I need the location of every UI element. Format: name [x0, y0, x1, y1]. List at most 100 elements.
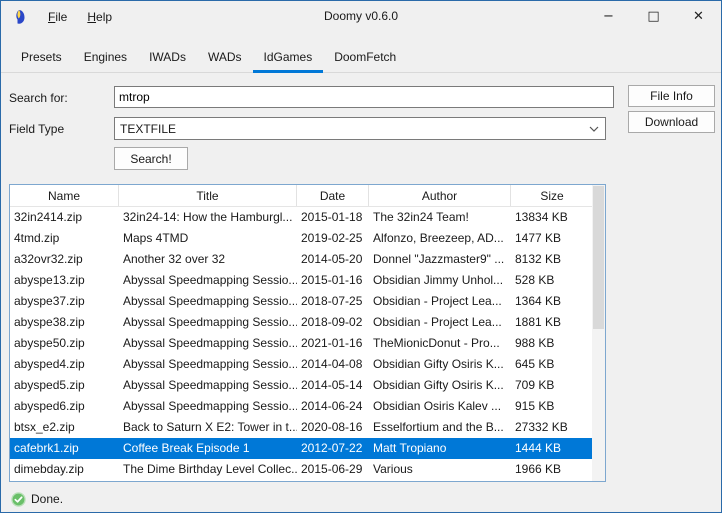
cell-author: TheMionicDonut - Pro...	[369, 333, 511, 354]
maximize-icon: □	[647, 9, 659, 24]
tab-wads[interactable]: WADs	[197, 45, 253, 73]
cell-name: abysped5.zip	[10, 375, 119, 396]
window-title: Doomy v0.6.0	[324, 1, 398, 32]
table-row[interactable]: abyspe50.zipAbyssal Speedmapping Sessio.…	[10, 333, 592, 354]
cell-date: 2021-01-16	[297, 333, 369, 354]
download-button[interactable]: Download	[628, 111, 715, 133]
header-date[interactable]: Date	[297, 185, 369, 206]
cell-name: a32ovr32.zip	[10, 249, 119, 270]
table-header: Name Title Date Author Size	[10, 185, 605, 207]
cell-author: Obsidian Gifty Osiris K...	[369, 375, 511, 396]
menu-file[interactable]: File	[38, 6, 77, 28]
table-body: 32in2414.zip32in24-14: How the Hamburgl.…	[10, 207, 592, 481]
table-row[interactable]: abyspe13.zipAbyssal Speedmapping Sessio.…	[10, 270, 592, 291]
cell-size: 1881 KB	[511, 312, 592, 333]
tab-presets[interactable]: Presets	[10, 45, 73, 73]
table-row[interactable]: cafebrk1.zipCoffee Break Episode 12012-0…	[10, 438, 592, 459]
table-row[interactable]: abysped6.zipAbyssal Speedmapping Sessio.…	[10, 396, 592, 417]
cell-name: abyspe13.zip	[10, 270, 119, 291]
cell-size: 1444 KB	[511, 438, 592, 459]
search-input[interactable]	[114, 86, 614, 108]
field-type-value: TEXTFILE	[115, 122, 583, 136]
chevron-down-icon	[583, 126, 605, 132]
cell-date: 2014-05-14	[297, 375, 369, 396]
tab-doomfetch[interactable]: DoomFetch	[323, 45, 407, 73]
tab-engines[interactable]: Engines	[73, 45, 138, 73]
vertical-scrollbar[interactable]	[592, 185, 605, 481]
cell-size: 709 KB	[511, 375, 592, 396]
cell-date: 2014-04-08	[297, 354, 369, 375]
cell-size: 27332 KB	[511, 417, 592, 438]
cell-date: 2017-05-20	[297, 480, 369, 481]
table-row[interactable]: dmxopl.zipDMXOPL v2.102017-05-20ConSiGno…	[10, 480, 592, 481]
menu-help[interactable]: Help	[77, 6, 122, 28]
cell-author: Obsidian Jimmy Unhol...	[369, 270, 511, 291]
file-info-button[interactable]: File Info	[628, 85, 715, 107]
cell-name: abyspe50.zip	[10, 333, 119, 354]
cell-title: 32in24-14: How the Hamburgl...	[119, 207, 297, 228]
cell-size: 8132 KB	[511, 249, 592, 270]
cell-date: 2020-08-16	[297, 417, 369, 438]
header-title[interactable]: Title	[119, 185, 297, 206]
status-text: Done.	[31, 492, 63, 506]
header-size[interactable]: Size	[511, 185, 593, 206]
tab-bar: Presets Engines IWADs WADs IdGames DoomF…	[1, 46, 721, 73]
cell-name: abysped4.zip	[10, 354, 119, 375]
cell-size: 528 KB	[511, 270, 592, 291]
cell-size: 1364 KB	[511, 291, 592, 312]
cell-author: Alfonzo, Breezeep, AD...	[369, 228, 511, 249]
app-window: File Help Doomy v0.6.0 − □ ✕ Presets Eng…	[0, 0, 722, 513]
cell-title: Coffee Break Episode 1	[119, 438, 297, 459]
cell-date: 2015-06-29	[297, 459, 369, 480]
cell-size: 1966 KB	[511, 459, 592, 480]
cell-name: 4tmd.zip	[10, 228, 119, 249]
cell-author: Esselfortium and the B...	[369, 417, 511, 438]
minimize-icon: −	[603, 9, 614, 24]
cell-size: 645 KB	[511, 354, 592, 375]
status-bar: Done.	[1, 486, 721, 512]
cell-date: 2019-02-25	[297, 228, 369, 249]
cell-author: Obsidian - Project Lea...	[369, 312, 511, 333]
cell-author: Matt Tropiano	[369, 438, 511, 459]
cell-date: 2018-07-25	[297, 291, 369, 312]
check-circle-icon	[11, 492, 26, 507]
table-row[interactable]: 32in2414.zip32in24-14: How the Hamburgl.…	[10, 207, 592, 228]
cell-name: dmxopl.zip	[10, 480, 119, 481]
cell-name: dimebday.zip	[10, 459, 119, 480]
header-name[interactable]: Name	[10, 185, 119, 206]
table-row[interactable]: btsx_e2.zipBack to Saturn X E2: Tower in…	[10, 417, 592, 438]
cell-name: btsx_e2.zip	[10, 417, 119, 438]
tab-iwads[interactable]: IWADs	[138, 45, 197, 73]
cell-title: The Dime Birthday Level Collec...	[119, 459, 297, 480]
tab-idgames[interactable]: IdGames	[253, 45, 324, 73]
minimize-button[interactable]: −	[586, 1, 631, 32]
cell-title: Back to Saturn X E2: Tower in t...	[119, 417, 297, 438]
cell-title: Abyssal Speedmapping Sessio...	[119, 333, 297, 354]
close-button[interactable]: ✕	[676, 1, 721, 32]
field-type-dropdown[interactable]: TEXTFILE	[114, 117, 606, 140]
header-author[interactable]: Author	[369, 185, 511, 206]
cell-title: Abyssal Speedmapping Sessio...	[119, 312, 297, 333]
cell-name: 32in2414.zip	[10, 207, 119, 228]
table-row[interactable]: abysped4.zipAbyssal Speedmapping Sessio.…	[10, 354, 592, 375]
close-icon: ✕	[693, 9, 704, 24]
table-row[interactable]: abysped5.zipAbyssal Speedmapping Sessio.…	[10, 375, 592, 396]
cell-author: Donnel "Jazzmaster9" ...	[369, 249, 511, 270]
cell-size: 5 KB	[511, 480, 592, 481]
cell-author: The 32in24 Team!	[369, 207, 511, 228]
table-row[interactable]: 4tmd.zipMaps 4TMD2019-02-25Alfonzo, Bree…	[10, 228, 592, 249]
maximize-button[interactable]: □	[631, 1, 676, 32]
search-button[interactable]: Search!	[114, 147, 188, 170]
cell-size: 13834 KB	[511, 207, 592, 228]
table-row[interactable]: a32ovr32.zipAnother 32 over 322014-05-20…	[10, 249, 592, 270]
scrollbar-thumb[interactable]	[593, 186, 604, 329]
table-row[interactable]: abyspe38.zipAbyssal Speedmapping Sessio.…	[10, 312, 592, 333]
cell-title: Abyssal Speedmapping Sessio...	[119, 291, 297, 312]
cell-date: 2012-07-22	[297, 438, 369, 459]
cell-date: 2015-01-16	[297, 270, 369, 291]
cell-title: Abyssal Speedmapping Sessio...	[119, 375, 297, 396]
table-row[interactable]: abyspe37.zipAbyssal Speedmapping Sessio.…	[10, 291, 592, 312]
table-row[interactable]: dimebday.zipThe Dime Birthday Level Coll…	[10, 459, 592, 480]
cell-title: DMXOPL v2.10	[119, 480, 297, 481]
cell-name: abyspe38.zip	[10, 312, 119, 333]
